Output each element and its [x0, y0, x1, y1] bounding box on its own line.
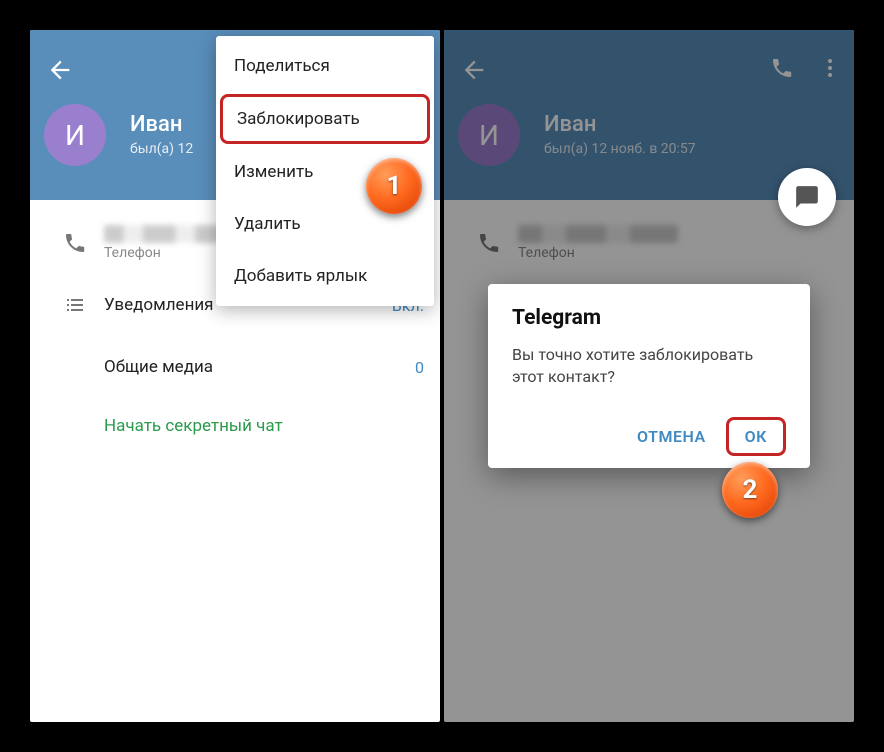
- shared-media-label: Общие медиа: [104, 357, 213, 377]
- notifications-label: Уведомления: [104, 295, 214, 315]
- last-seen: был(а) 12: [130, 141, 193, 157]
- confirm-dialog: Telegram Вы точно хотите заблокировать э…: [488, 284, 810, 468]
- back-arrow-icon[interactable]: [46, 56, 74, 84]
- cancel-button[interactable]: ОТМЕНА: [623, 417, 720, 456]
- avatar-initial: И: [65, 119, 85, 152]
- step-badge-2: 2: [722, 462, 778, 518]
- secret-chat-label: Начать секретный чат: [104, 416, 283, 436]
- contact-name: Иван: [130, 112, 193, 137]
- shared-media-row[interactable]: Общие медиа 0: [30, 336, 440, 398]
- dialog-title: Telegram: [512, 306, 786, 330]
- name-block: Иван был(а) 12: [130, 112, 193, 157]
- menu-share[interactable]: Поделиться: [216, 40, 434, 92]
- shared-media-value: 0: [415, 358, 424, 377]
- phone-number-redacted: [104, 225, 234, 243]
- avatar[interactable]: И: [44, 104, 106, 166]
- phone-icon: [46, 231, 104, 255]
- message-fab[interactable]: [778, 168, 836, 226]
- menu-block[interactable]: Заблокировать: [220, 94, 430, 144]
- dialog-actions: ОТМЕНА ОК: [512, 417, 786, 456]
- dialog-text: Вы точно хотите заблокировать этот конта…: [512, 344, 786, 389]
- start-secret-chat[interactable]: Начать секретный чат: [30, 398, 440, 454]
- ok-button[interactable]: ОК: [726, 417, 786, 456]
- step-number: 2: [743, 475, 758, 505]
- menu-add-shortcut[interactable]: Добавить ярлык: [216, 250, 434, 302]
- step-number: 1: [387, 171, 402, 201]
- screen-1: И Иван был(а) 12 Телефон Уведомления Вкл…: [30, 30, 440, 722]
- step-badge-1: 1: [366, 158, 422, 214]
- screen-2: И Иван был(а) 12 нояб. в 20:57 Телефон T…: [444, 30, 854, 722]
- list-icon: [46, 293, 104, 317]
